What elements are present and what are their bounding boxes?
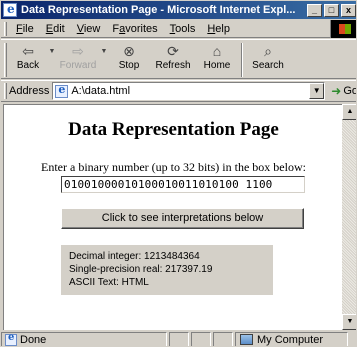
page-icon: [55, 83, 69, 98]
status-cell-progress: [169, 332, 189, 346]
back-button[interactable]: ⇦ Back: [9, 40, 47, 78]
results-panel: Decimal integer: 1213484364 Single-preci…: [61, 245, 273, 295]
vertical-scrollbar[interactable]: ▲ ▼: [342, 104, 356, 330]
refresh-button[interactable]: ⟳ Refresh: [149, 40, 197, 78]
menu-view-key: V: [76, 22, 84, 35]
address-dropdown-button[interactable]: ▼: [309, 83, 325, 99]
back-arrow-icon: ⇦: [22, 43, 34, 59]
standard-toolbar: ⇦ Back ▼ ⇨ Forward ▼ ⊗ Stop ⟳ Refresh ⌂ …: [1, 39, 356, 79]
windows-logo-icon: [330, 20, 356, 38]
address-input[interactable]: A:\data.html ▼: [52, 82, 326, 100]
menu-favorites-key: a: [119, 22, 126, 35]
forward-button[interactable]: ⇨ Forward: [57, 40, 99, 78]
scroll-up-button[interactable]: ▲: [342, 104, 356, 120]
home-label: Home: [203, 60, 231, 71]
refresh-label: Refresh: [155, 60, 191, 71]
toolbar-grip[interactable]: [4, 43, 7, 77]
refresh-icon: ⟳: [167, 43, 179, 59]
menu-favorites[interactable]: Favorites: [106, 23, 163, 35]
menu-tools[interactable]: Tools: [164, 23, 202, 35]
zone-text: My Computer: [257, 333, 324, 346]
menu-edit[interactable]: Edit: [40, 23, 71, 35]
interpret-button[interactable]: Click to see interpretations below: [61, 208, 304, 229]
maximize-button[interactable]: □: [324, 3, 339, 17]
address-grip[interactable]: [4, 83, 7, 99]
address-text[interactable]: A:\data.html: [71, 85, 309, 97]
status-cell-security: [191, 332, 211, 346]
scroll-down-button[interactable]: ▼: [342, 314, 356, 330]
forward-dropdown-icon: ▼: [100, 48, 108, 55]
menu-edit-key: E: [45, 22, 54, 35]
menu-file-key: F: [16, 22, 23, 35]
menu-help-key: H: [207, 22, 216, 35]
back-dropdown-button[interactable]: ▼: [47, 40, 57, 78]
go-label: Go: [343, 85, 357, 97]
search-label: Search: [252, 60, 284, 71]
status-cell-blank: [213, 332, 233, 346]
stop-icon: ⊗: [123, 43, 135, 59]
menu-help[interactable]: Help: [201, 23, 236, 35]
decimal-result: Decimal integer: 1213484364: [69, 251, 200, 262]
go-arrow-icon: ➜: [331, 84, 342, 98]
status-bar: Done My Computer: [1, 331, 356, 346]
address-label: Address: [8, 85, 50, 97]
home-icon: ⌂: [212, 43, 222, 59]
real-result: Single-precision real: 217397.19: [69, 264, 213, 275]
menu-bar: File Edit View Favorites Tools Help: [1, 20, 356, 38]
title-bar[interactable]: Data Representation Page - Microsoft Int…: [1, 1, 356, 19]
stop-button[interactable]: ⊗ Stop: [109, 40, 149, 78]
back-dropdown-icon: ▼: [48, 48, 56, 55]
close-button[interactable]: x: [341, 3, 356, 17]
forward-arrow-icon: ⇨: [72, 43, 84, 59]
ie-logo-icon: [3, 2, 17, 17]
menu-file[interactable]: File: [10, 23, 40, 35]
minimize-button[interactable]: _: [307, 3, 322, 17]
menu-tools-key: T: [169, 22, 176, 35]
toolbar-separator: [241, 43, 243, 77]
address-bar: Address A:\data.html ▼ ➜ Go: [1, 80, 357, 102]
back-label: Back: [16, 60, 40, 71]
browser-window: Data Representation Page - Microsoft Int…: [0, 0, 357, 347]
menu-grip[interactable]: [4, 21, 7, 36]
status-text-cell: Done: [1, 332, 167, 346]
page-title: Data Representation Page: [68, 119, 279, 140]
binary-prompt: Enter a binary number (up to 32 bits) in…: [41, 160, 306, 174]
ascii-result: ASCII Text: HTML: [69, 277, 149, 288]
window-title: Data Representation Page - Microsoft Int…: [21, 4, 296, 16]
stop-label: Stop: [118, 60, 140, 71]
home-button[interactable]: ⌂ Home: [197, 40, 237, 78]
zone-cell: My Computer: [235, 332, 348, 346]
search-button[interactable]: ⌕ Search: [247, 40, 289, 78]
my-computer-icon: [240, 334, 253, 345]
page-viewport: Data Representation Page Enter a binary …: [3, 104, 342, 330]
menu-view[interactable]: View: [71, 23, 107, 35]
binary-input[interactable]: 01001000010100010011010100 1100: [61, 176, 305, 193]
forward-label: Forward: [59, 60, 97, 71]
search-icon: ⌕: [264, 43, 272, 59]
forward-dropdown-button[interactable]: ▼: [99, 40, 109, 78]
go-button[interactable]: ➜ Go: [331, 84, 357, 98]
done-page-icon: [5, 332, 17, 346]
status-text: Done: [20, 333, 47, 346]
